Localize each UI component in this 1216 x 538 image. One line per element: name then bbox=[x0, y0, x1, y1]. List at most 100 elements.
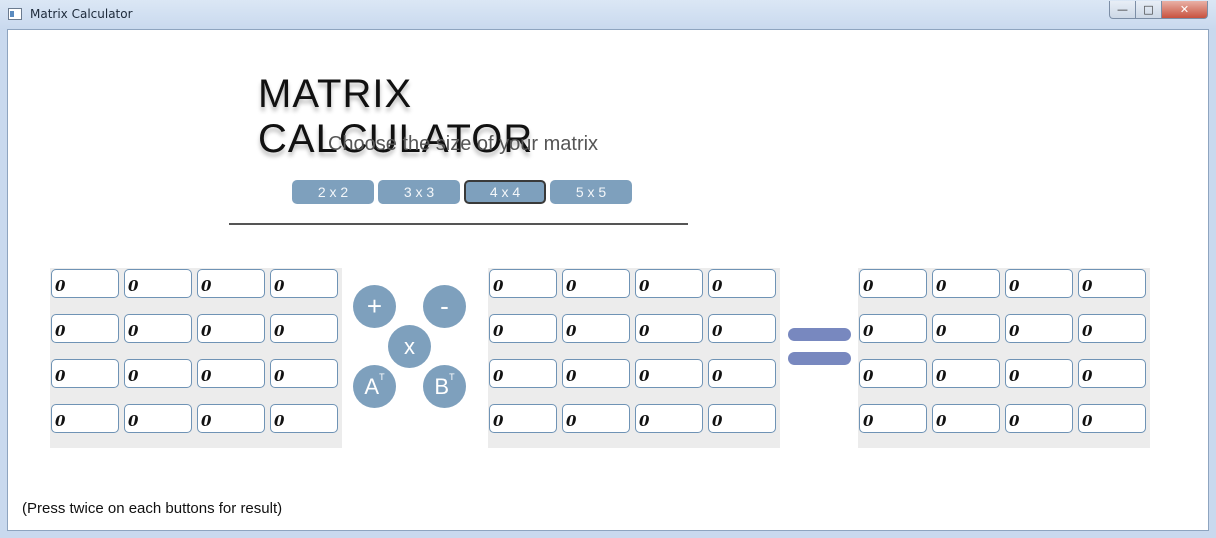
matrix-a-cell-container bbox=[196, 358, 269, 403]
matrix-b-cell-container bbox=[561, 403, 634, 448]
transpose-b-label: B bbox=[434, 373, 450, 399]
matrix-a-cell[interactable] bbox=[124, 404, 192, 433]
result-cell[interactable] bbox=[859, 404, 927, 433]
title-bar: Matrix Calculator — □ ✕ bbox=[0, 0, 1216, 30]
maximize-button[interactable]: □ bbox=[1136, 1, 1162, 19]
matrix-b-cell[interactable] bbox=[708, 404, 776, 433]
close-button[interactable]: ✕ bbox=[1162, 1, 1208, 19]
matrix-a-cell-container bbox=[269, 403, 342, 448]
matrix-a-cell-container bbox=[50, 403, 123, 448]
matrix-b-cell[interactable] bbox=[489, 269, 557, 298]
result-cell-container bbox=[1077, 268, 1150, 313]
result-cell[interactable] bbox=[932, 314, 1000, 343]
matrix-b-cell[interactable] bbox=[708, 269, 776, 298]
matrix-b-cell[interactable] bbox=[562, 314, 630, 343]
matrix-b-cell[interactable] bbox=[635, 359, 703, 388]
result-cell-container bbox=[858, 403, 931, 448]
matrix-a-cell[interactable] bbox=[124, 269, 192, 298]
multiply-icon: x bbox=[404, 333, 415, 359]
result-cell-container bbox=[931, 313, 1004, 358]
matrix-b-cell[interactable] bbox=[635, 404, 703, 433]
matrix-b-cell[interactable] bbox=[708, 359, 776, 388]
matrix-b-cell-container bbox=[488, 313, 561, 358]
multiply-button[interactable]: x bbox=[388, 325, 431, 368]
matrix-a-cell[interactable] bbox=[197, 404, 265, 433]
size-option-button[interactable]: 4 x 4 bbox=[464, 180, 546, 204]
matrix-b-cell[interactable] bbox=[489, 404, 557, 433]
matrix-a-cell[interactable] bbox=[270, 314, 338, 343]
matrix-b-cell-container bbox=[634, 358, 707, 403]
plus-icon: + bbox=[366, 291, 383, 321]
result-cell-container bbox=[931, 268, 1004, 313]
result-cell[interactable] bbox=[1078, 314, 1146, 343]
result-cell[interactable] bbox=[1005, 404, 1073, 433]
matrix-b-cell[interactable] bbox=[635, 269, 703, 298]
matrix-b-cell-container bbox=[634, 403, 707, 448]
result-cell[interactable] bbox=[932, 269, 1000, 298]
transpose-a-button[interactable]: AT bbox=[353, 365, 396, 408]
matrix-a-cell[interactable] bbox=[51, 404, 119, 433]
matrix-b-cell[interactable] bbox=[708, 314, 776, 343]
result-cell-container bbox=[1077, 358, 1150, 403]
matrix-b-cell-container bbox=[634, 268, 707, 313]
size-option-button[interactable]: 3 x 3 bbox=[378, 180, 460, 204]
result-cell-container bbox=[1004, 313, 1077, 358]
result-cell[interactable] bbox=[932, 359, 1000, 388]
transpose-b-mark: T bbox=[449, 371, 455, 382]
transpose-b-button[interactable]: BT bbox=[423, 365, 466, 408]
matrix-b-cell-container bbox=[707, 313, 780, 358]
window-frame-left bbox=[0, 29, 7, 538]
result-cell[interactable] bbox=[859, 359, 927, 388]
size-option-button[interactable]: 2 x 2 bbox=[292, 180, 374, 204]
size-selector: 2 x 23 x 34 x 45 x 5 bbox=[292, 180, 632, 204]
result-cell-container bbox=[858, 358, 931, 403]
matrix-a-cell[interactable] bbox=[197, 269, 265, 298]
result-cell[interactable] bbox=[1078, 269, 1146, 298]
matrix-a-cell[interactable] bbox=[197, 314, 265, 343]
matrix-a-cell[interactable] bbox=[51, 359, 119, 388]
matrix-b-cell[interactable] bbox=[562, 359, 630, 388]
size-option-button[interactable]: 5 x 5 bbox=[550, 180, 632, 204]
window-title: Matrix Calculator bbox=[30, 7, 133, 21]
matrix-a-cell-container bbox=[123, 358, 196, 403]
matrix-b-cell[interactable] bbox=[489, 359, 557, 388]
matrix-a-cell[interactable] bbox=[270, 269, 338, 298]
result-cell-container bbox=[1004, 403, 1077, 448]
result-cell[interactable] bbox=[932, 404, 1000, 433]
matrix-a-cell[interactable] bbox=[51, 314, 119, 343]
minimize-button[interactable]: — bbox=[1109, 1, 1136, 19]
matrix-a-cell[interactable] bbox=[51, 269, 119, 298]
result-cell[interactable] bbox=[1005, 314, 1073, 343]
matrix-b bbox=[488, 268, 780, 448]
matrix-a-cell-container bbox=[50, 358, 123, 403]
result-cell[interactable] bbox=[1005, 269, 1073, 298]
subtract-button[interactable]: - bbox=[423, 285, 466, 328]
result-cell[interactable] bbox=[1078, 359, 1146, 388]
matrix-a-cell[interactable] bbox=[270, 404, 338, 433]
matrix-a-cell[interactable] bbox=[124, 359, 192, 388]
app-icon bbox=[8, 8, 22, 20]
matrix-b-cell[interactable] bbox=[489, 314, 557, 343]
result-cell-container bbox=[1004, 268, 1077, 313]
matrix-b-cell-container bbox=[488, 358, 561, 403]
result-matrix bbox=[858, 268, 1150, 448]
matrix-a-cell-container bbox=[123, 403, 196, 448]
matrix-a-cell-container bbox=[196, 313, 269, 358]
matrix-b-cell[interactable] bbox=[562, 269, 630, 298]
matrix-b-cell[interactable] bbox=[635, 314, 703, 343]
matrix-a-cell-container bbox=[196, 403, 269, 448]
add-button[interactable]: + bbox=[353, 285, 396, 328]
result-cell[interactable] bbox=[1005, 359, 1073, 388]
result-cell[interactable] bbox=[859, 269, 927, 298]
matrix-a-cell[interactable] bbox=[197, 359, 265, 388]
matrix-a-cell-container bbox=[50, 313, 123, 358]
matrix-b-cell[interactable] bbox=[562, 404, 630, 433]
result-cell-container bbox=[1004, 358, 1077, 403]
result-cell-container bbox=[1077, 313, 1150, 358]
result-cell[interactable] bbox=[1078, 404, 1146, 433]
result-cell-container bbox=[931, 358, 1004, 403]
matrix-a-cell[interactable] bbox=[270, 359, 338, 388]
result-cell-container bbox=[858, 268, 931, 313]
matrix-a-cell[interactable] bbox=[124, 314, 192, 343]
result-cell[interactable] bbox=[859, 314, 927, 343]
